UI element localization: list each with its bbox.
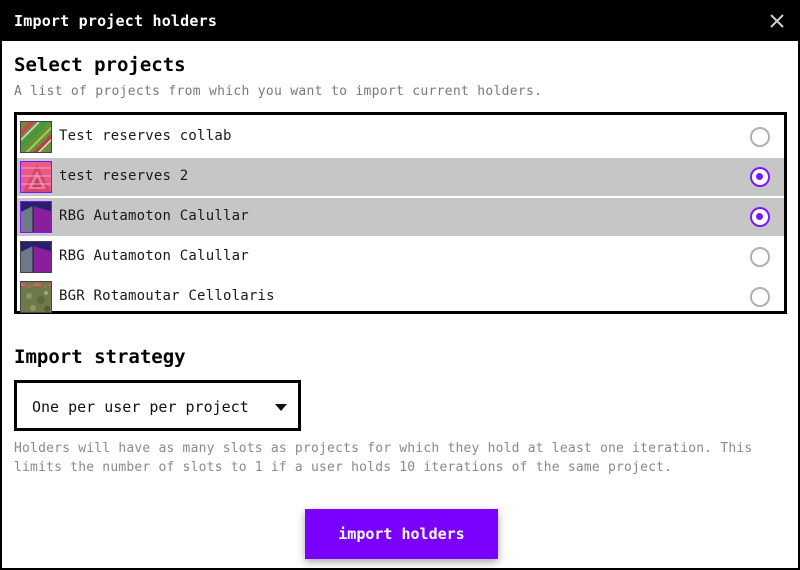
strategy-description: Holders will have as many slots as proje… bbox=[14, 441, 753, 475]
dialog-titlebar: Import project holders bbox=[2, 2, 798, 41]
select-value: One per user per project bbox=[32, 398, 249, 416]
project-radio[interactable] bbox=[750, 127, 770, 147]
import-holders-button[interactable]: import holders bbox=[305, 509, 498, 559]
project-row[interactable]: RBG Autamoton Calullar bbox=[17, 198, 784, 236]
project-radio[interactable] bbox=[750, 247, 770, 267]
project-thumbnail bbox=[20, 201, 52, 233]
select-projects-subtitle: A list of projects from which you want t… bbox=[14, 84, 543, 99]
project-row[interactable]: RBG Autamoton Calullar bbox=[17, 238, 784, 276]
import-strategy-select[interactable]: One per user per project bbox=[14, 380, 301, 431]
close-icon bbox=[770, 14, 784, 28]
project-thumbnail bbox=[20, 281, 52, 313]
project-row[interactable]: test reserves 2 bbox=[17, 158, 784, 196]
project-radio[interactable] bbox=[750, 287, 770, 307]
project-name: test reserves 2 bbox=[59, 168, 189, 184]
import-dialog: Import project holders Select projects A… bbox=[0, 0, 800, 570]
project-radio[interactable] bbox=[750, 167, 770, 187]
project-radio[interactable] bbox=[750, 207, 770, 227]
project-name: BGR Rotamoutar Cellolaris bbox=[59, 288, 275, 304]
select-projects-heading: Select projects bbox=[14, 54, 186, 76]
project-list: Test reserves collab test reserves 2 RBG… bbox=[14, 112, 787, 314]
project-row[interactable]: Test reserves collab bbox=[17, 118, 784, 156]
project-row[interactable]: BGR Rotamoutar Cellolaris bbox=[17, 278, 784, 316]
project-name: RBG Autamoton Calullar bbox=[59, 208, 249, 224]
project-thumbnail bbox=[20, 121, 52, 153]
close-button[interactable] bbox=[764, 8, 790, 34]
project-name: RBG Autamoton Calullar bbox=[59, 248, 249, 264]
project-thumbnail bbox=[20, 161, 52, 193]
project-thumbnail bbox=[20, 241, 52, 273]
dialog-title: Import project holders bbox=[14, 12, 218, 30]
import-strategy-heading: Import strategy bbox=[14, 346, 186, 368]
project-name: Test reserves collab bbox=[59, 128, 232, 144]
chevron-down-icon bbox=[275, 404, 287, 411]
